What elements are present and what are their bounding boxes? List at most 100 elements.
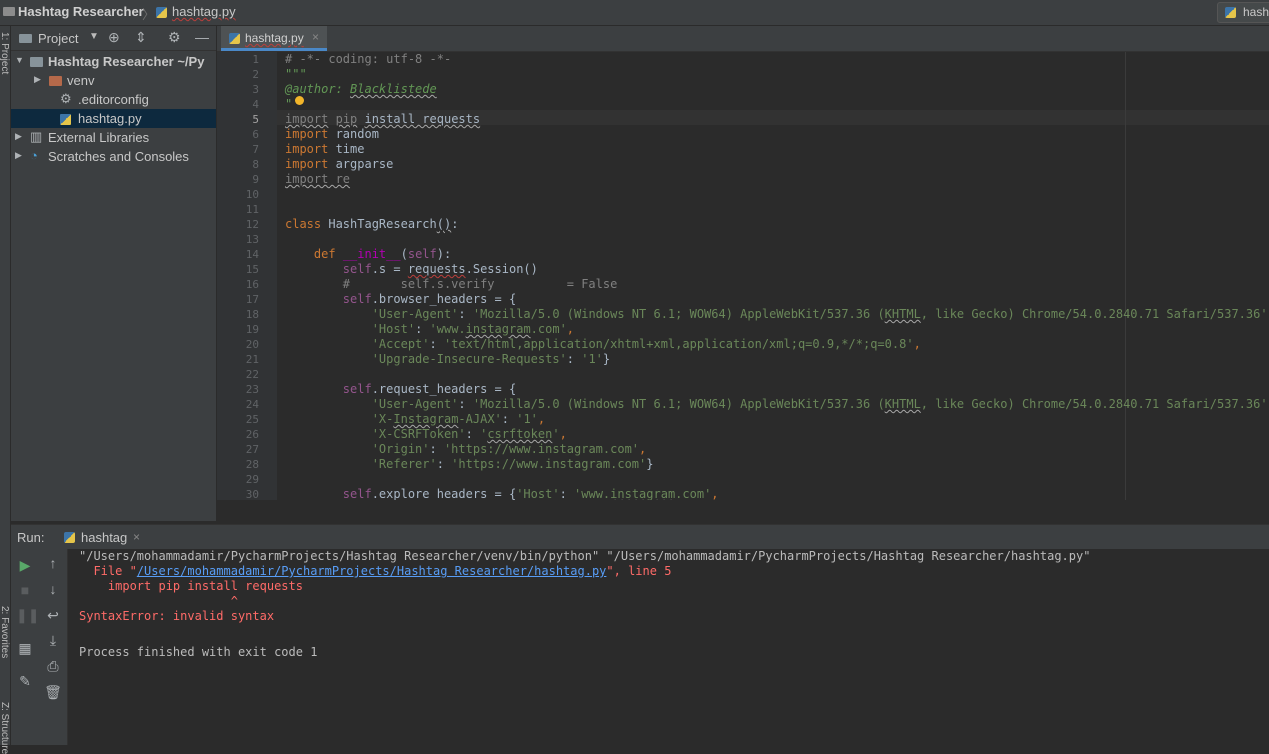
line-number: 24 [245, 398, 259, 411]
python-file-icon [60, 114, 71, 125]
code-editor[interactable]: 1 2 3 4 5 6 7 8 9 10 11 12 13 14 15 16 17 18 19 20 21 22 23 24 2… [217, 52, 1269, 500]
stop-icon[interactable]: ■ [16, 581, 34, 599]
line-number-gutter: 1 2 3 4 5 6 7 8 9 10 11 12 13 14 15 16 17 18 19 20 21 22 23 24 2… [217, 52, 277, 500]
project-view-icon [19, 34, 32, 43]
scroll-to-end-icon[interactable]: ⤓ [44, 631, 62, 649]
code-line: import random [285, 127, 379, 141]
code-line: 'Host': 'www.instagram.com', [371, 322, 575, 336]
code-line: import pip install requests [285, 112, 481, 126]
layout-icon[interactable]: ▦ [16, 639, 34, 657]
console-line: "/Users/mohammadamir/PycharmProjects/Has… [79, 549, 1091, 563]
line-number: 4 [252, 98, 259, 111]
breadcrumb-separator: 〉 [142, 7, 156, 22]
console-line: ^ [79, 594, 238, 608]
line-number: 5 [252, 113, 259, 126]
pause-icon[interactable]: ❚❚ [16, 606, 39, 624]
navigation-bar: Hashtag Researcher 〉 hashtag.py hashtag [0, 0, 1269, 26]
chevron-right-icon[interactable]: ▶ [15, 150, 22, 161]
code-line: 'Accept': 'text/html,application/xhtml+x… [371, 337, 921, 351]
tree-item[interactable]: hashtag.py [11, 109, 216, 128]
line-number: 23 [245, 383, 259, 396]
favorites-tool-tab[interactable]: 2: Favorites [0, 606, 10, 658]
chevron-right-icon[interactable]: ▶ [34, 74, 41, 85]
breadcrumb-project[interactable]: Hashtag Researcher [18, 4, 144, 19]
code-line: self.request_headers = { [342, 382, 517, 396]
code-line: self.browser_headers = { [342, 292, 517, 306]
chevron-right-icon[interactable]: ▶ [15, 131, 22, 142]
breadcrumb-file[interactable]: hashtag.py [172, 4, 236, 19]
tree-item[interactable]: ▶ venv [11, 71, 216, 90]
line-number: 19 [245, 323, 259, 336]
tree-item-label: venv [67, 73, 95, 88]
line-number: 12 [245, 218, 259, 231]
left-tool-stripe: 1: Project 2: Favorites Z: Structure [0, 26, 11, 754]
close-icon[interactable]: × [133, 530, 140, 544]
code-line: import argparse [285, 157, 394, 171]
code-line: self.explore_headers = {'Host': 'www.ins… [342, 487, 719, 500]
tree-item[interactable]: ▶ ▥ External Libraries [11, 128, 216, 147]
tree-item-label: hashtag.py [78, 111, 142, 126]
arrow-down-icon[interactable]: ↓ [44, 580, 62, 598]
code-line: 'Upgrade-Insecure-Requests': '1'} [371, 352, 611, 366]
line-number: 22 [245, 368, 259, 381]
pin-icon[interactable]: ✎ [16, 672, 34, 690]
line-number: 1 [252, 53, 259, 66]
line-number: 10 [245, 188, 259, 201]
intention-bulb-icon[interactable] [295, 96, 304, 105]
project-folder-icon [3, 7, 15, 16]
scroll-from-source-icon[interactable]: ⊕ [108, 29, 120, 46]
line-number: 2 [252, 68, 259, 81]
tree-item[interactable]: ▼ Hashtag Researcher ~/Py [11, 52, 216, 71]
collapse-all-icon[interactable]: ⇕ [135, 29, 147, 46]
line-number: 9 [252, 173, 259, 186]
code-line: import time [285, 142, 365, 156]
line-number: 25 [245, 413, 259, 426]
run-console[interactable]: "/Users/mohammadamir/PycharmProjects/Has… [68, 549, 1269, 745]
tree-item[interactable]: ▶ ◔ Scratches and Consoles [11, 147, 216, 166]
line-number: 16 [245, 278, 259, 291]
folder-icon [30, 57, 43, 67]
rerun-icon[interactable]: ▶ [16, 556, 34, 574]
print-icon[interactable]: ⎙ [44, 657, 62, 675]
line-number: 7 [252, 143, 259, 156]
hide-panel-icon[interactable]: — [195, 29, 209, 45]
code-line: 'X-Instagram-AJAX': '1', [371, 412, 546, 426]
line-number: 13 [245, 233, 259, 246]
line-number: 28 [245, 458, 259, 471]
code-line: """ [285, 67, 307, 81]
python-file-icon [156, 7, 167, 18]
folder-icon [49, 76, 62, 86]
python-file-icon [229, 33, 240, 44]
line-number: 20 [245, 338, 259, 351]
tree-item-label: External Libraries [48, 130, 150, 145]
structure-tool-tab[interactable]: Z: Structure [0, 702, 10, 754]
line-number: 18 [245, 308, 259, 321]
run-tab-label[interactable]: hashtag [81, 530, 127, 545]
gear-icon[interactable]: ⚙ [168, 29, 181, 46]
file-link[interactable]: /Users/mohammadamir/PycharmProjects/Hash… [137, 564, 607, 578]
chevron-down-icon[interactable]: ▼ [89, 31, 99, 42]
right-margin-guide [1125, 52, 1126, 500]
run-panel-header: Run: hashtag × [11, 524, 1269, 549]
close-icon[interactable]: × [312, 30, 319, 44]
line-number: 17 [245, 293, 259, 306]
scratches-icon: ◔ [30, 148, 38, 163]
trash-icon[interactable]: 🗑 [44, 683, 62, 701]
project-view-selector[interactable]: Project [38, 31, 78, 46]
code-line: class HashTagResearch(): [285, 217, 459, 231]
code-line: " [285, 97, 293, 111]
soft-wrap-icon[interactable]: ↩ [44, 606, 62, 624]
line-number: 3 [252, 83, 259, 96]
chevron-down-icon[interactable]: ▼ [15, 55, 24, 65]
code-line: @author: Blacklistede [285, 82, 437, 96]
project-tool-tab[interactable]: 1: Project [0, 32, 10, 74]
run-configuration-selector[interactable]: hashtag [1217, 2, 1269, 23]
tree-item-label: Scratches and Consoles [48, 149, 189, 164]
run-configuration-label: hashtag [1243, 5, 1269, 19]
arrow-up-icon[interactable]: ↑ [44, 554, 62, 572]
line-number: 6 [252, 128, 259, 141]
gear-icon: ⚙ [60, 91, 72, 106]
code-line: 'User-Agent': 'Mozilla/5.0 (Windows NT 6… [371, 397, 1269, 411]
tab-hashtag-py[interactable]: hashtag.py × [221, 26, 327, 51]
tree-item[interactable]: ⚙ .editorconfig [11, 90, 216, 109]
